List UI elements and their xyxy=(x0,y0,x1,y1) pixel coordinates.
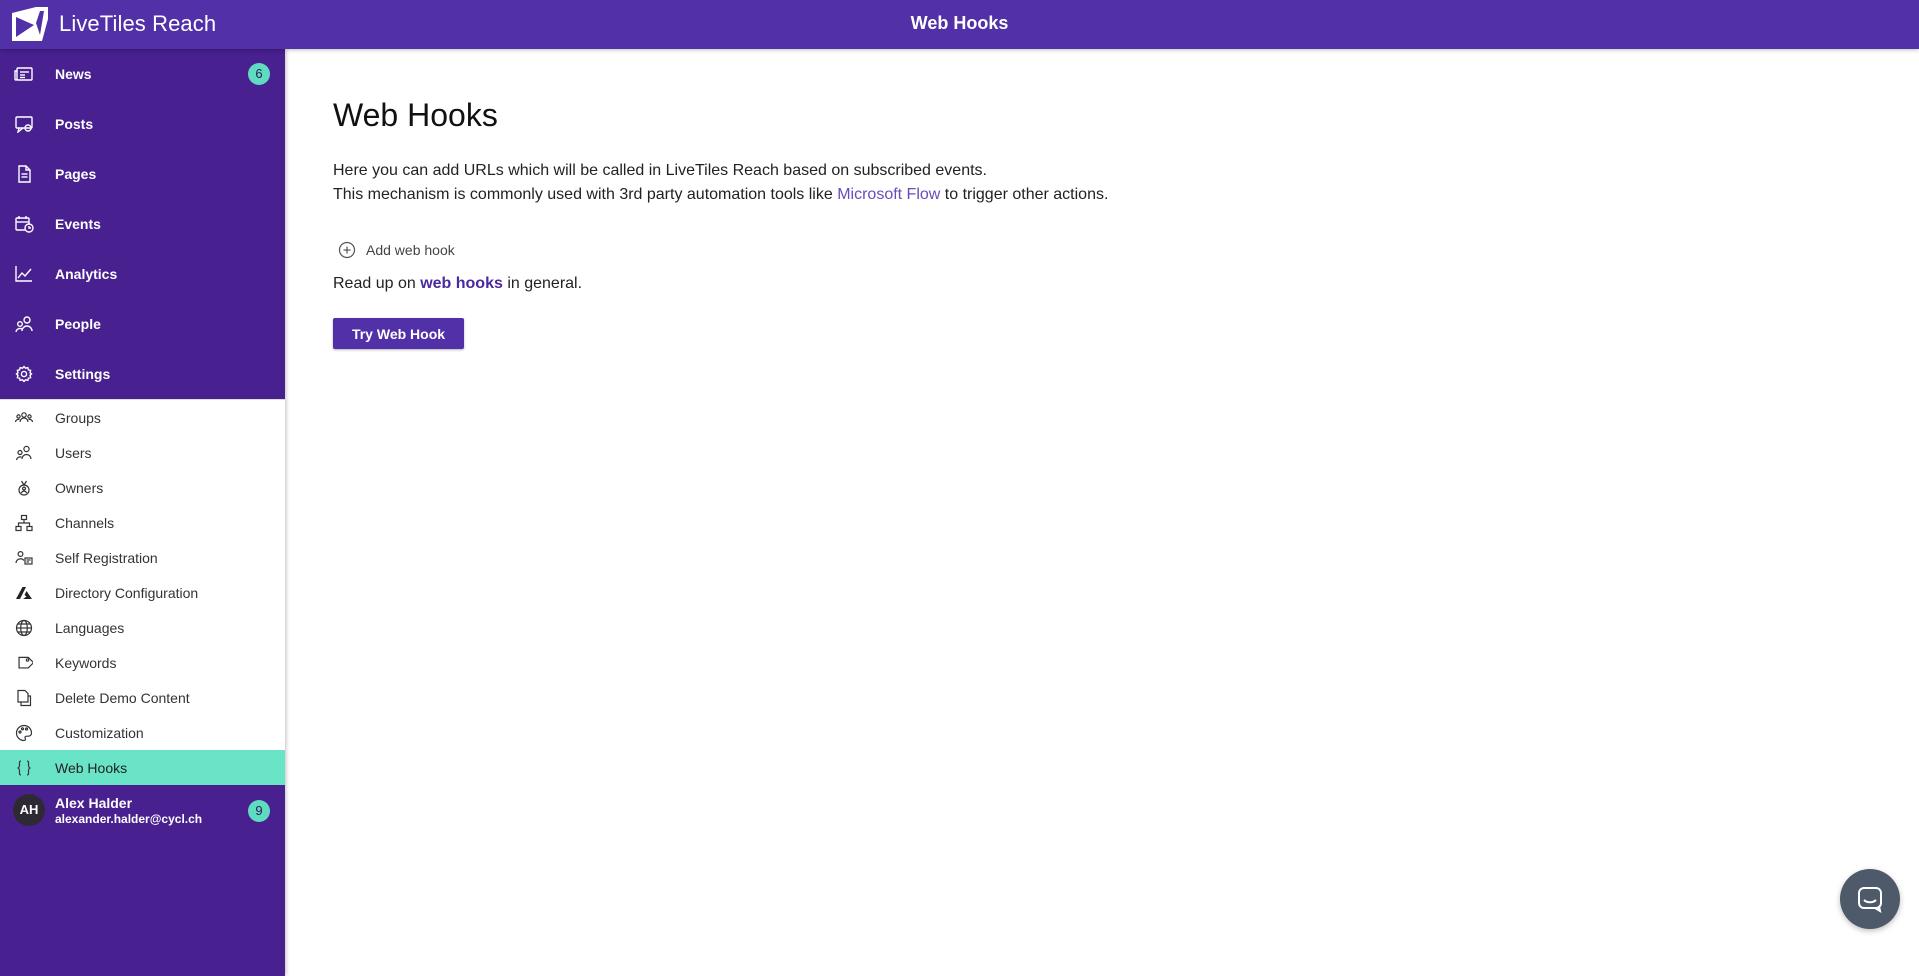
owners-icon xyxy=(18,480,30,496)
settings-item-label: Directory Configuration xyxy=(55,584,199,601)
settings-item-keywords[interactable]: Keywords xyxy=(0,645,285,680)
chat-launcher-button[interactable] xyxy=(1840,869,1900,929)
settings-item-label: Delete Demo Content xyxy=(55,689,190,706)
read-up-text: Read up on web hooks in general. xyxy=(333,275,582,293)
read-up-prefix: Read up on xyxy=(333,275,421,292)
sidebar-item-posts[interactable]: Posts xyxy=(0,99,285,149)
settings-item-web-hooks[interactable]: Web Hooks xyxy=(0,750,285,785)
people-icon xyxy=(15,316,33,333)
sidebar-item-settings[interactable]: Settings xyxy=(0,349,285,399)
settings-item-channels[interactable]: Channels xyxy=(0,505,285,540)
microsoft-flow-link[interactable]: Microsoft Flow xyxy=(837,186,940,203)
sidebar-item-label: People xyxy=(55,316,101,332)
sidebar-item-events[interactable]: Events xyxy=(0,199,285,249)
settings-item-groups[interactable]: Groups xyxy=(0,400,285,435)
calendar-icon xyxy=(15,216,34,233)
settings-item-owners[interactable]: Owners xyxy=(0,470,285,505)
settings-item-label: Customization xyxy=(55,724,144,741)
page-description: Here you can add URLs which will be call… xyxy=(333,159,1108,207)
sidebar-item-label: News xyxy=(55,66,92,82)
sidebar: News 6 Posts Pages Events Analytics Peop… xyxy=(0,49,285,976)
sidebar-item-pages[interactable]: Pages xyxy=(0,149,285,199)
description-line-1: Here you can add URLs which will be call… xyxy=(333,162,987,179)
plus-circle-icon xyxy=(338,241,356,259)
settings-item-label: Languages xyxy=(55,619,125,636)
news-count-badge: 6 xyxy=(248,63,270,85)
settings-item-label: Channels xyxy=(55,514,115,531)
sidebar-item-analytics[interactable]: Analytics xyxy=(0,249,285,299)
users-icon xyxy=(15,445,32,461)
settings-item-self-registration[interactable]: Self Registration xyxy=(0,540,285,575)
settings-item-label: Groups xyxy=(55,409,101,426)
settings-item-languages[interactable]: Languages xyxy=(0,610,285,645)
sidebar-item-label: Events xyxy=(55,216,101,232)
settings-item-label: Keywords xyxy=(55,654,117,671)
newspaper-icon xyxy=(14,67,33,81)
settings-item-customization[interactable]: Customization xyxy=(0,715,285,750)
settings-item-label: Web Hooks xyxy=(55,759,128,776)
gear-icon xyxy=(15,365,33,383)
chart-line-icon xyxy=(15,266,32,282)
groups-icon xyxy=(15,412,33,423)
user-profile[interactable]: AH Alex Halder alexander.halder@cycl.ch … xyxy=(0,787,285,840)
sidebar-item-news[interactable]: News 6 xyxy=(0,49,285,99)
channels-icon xyxy=(15,514,33,532)
settings-item-directory-configuration[interactable]: Directory Configuration xyxy=(0,575,285,610)
web-hooks-link[interactable]: web hooks xyxy=(420,275,503,292)
braces-icon xyxy=(17,760,31,776)
settings-item-label: Users xyxy=(55,444,92,461)
notification-count-badge: 9 xyxy=(248,800,270,822)
sidebar-item-label: Settings xyxy=(55,366,111,382)
description-text: to trigger other actions. xyxy=(940,186,1109,203)
sidebar-item-people[interactable]: People xyxy=(0,299,285,349)
user-email: alexander.halder@cycl.ch xyxy=(55,812,203,826)
avatar: AH xyxy=(13,794,45,826)
sidebar-item-label: Analytics xyxy=(55,266,118,282)
page-icon xyxy=(18,165,31,183)
chat-icon xyxy=(1858,887,1882,913)
top-bar: LiveTiles Reach Web Hooks xyxy=(0,0,1919,49)
description-text: This mechanism is commonly used with 3rd… xyxy=(333,186,838,203)
sidebar-item-label: Pages xyxy=(55,166,97,182)
add-web-hook-button[interactable]: Add web hook xyxy=(338,241,455,259)
copy-icon xyxy=(17,689,32,707)
palette-icon xyxy=(15,724,33,742)
add-web-hook-label: Add web hook xyxy=(366,242,455,258)
settings-item-label: Owners xyxy=(55,479,104,496)
globe-icon xyxy=(15,619,33,637)
settings-submenu: Groups Users Owners Channels Self Regist… xyxy=(0,399,285,785)
tag-icon xyxy=(18,656,33,669)
post-icon xyxy=(15,116,33,133)
self-registration-icon xyxy=(15,550,33,565)
try-web-hook-button[interactable]: Try Web Hook xyxy=(333,318,464,349)
azure-icon xyxy=(16,587,32,599)
settings-item-users[interactable]: Users xyxy=(0,435,285,470)
page-header-title: Web Hooks xyxy=(910,13,1009,33)
page-title: Web Hooks xyxy=(333,97,498,133)
read-up-suffix: in general. xyxy=(502,275,583,292)
sidebar-item-label: Posts xyxy=(55,116,94,132)
settings-item-label: Self Registration xyxy=(55,549,158,566)
user-name: Alex Halder xyxy=(55,795,133,811)
description-line-2: This mechanism is commonly used with 3rd… xyxy=(333,183,1108,207)
settings-item-delete-demo-content[interactable]: Delete Demo Content xyxy=(0,680,285,715)
